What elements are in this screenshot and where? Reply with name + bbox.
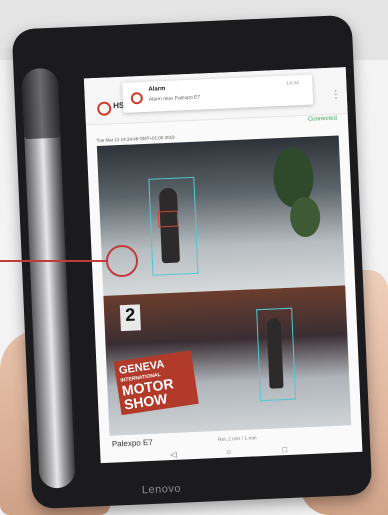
- device-brand: Lenovo: [141, 482, 182, 497]
- back-icon[interactable]: ◁: [170, 450, 177, 459]
- alarm-icon: [130, 91, 144, 105]
- notification-time: 14:34: [286, 80, 299, 87]
- tablet-device: Lenovo HS ⋮ Alarm Alarm near Palexpo E7 …: [11, 14, 373, 510]
- app-logo-icon: [96, 101, 112, 116]
- sign-number: 2: [119, 304, 141, 332]
- camera-feed-bottom[interactable]: 2 GENEVA INTERNATIONAL MOTOR SHOW: [103, 285, 352, 436]
- connection-status: Connected: [307, 115, 338, 123]
- detection-box: [256, 307, 297, 402]
- callout-line: [0, 260, 107, 262]
- event-sign: GENEVA INTERNATIONAL MOTOR SHOW: [113, 350, 199, 416]
- overflow-menu-icon[interactable]: ⋮: [331, 89, 341, 100]
- feed-timestamp: Tue Mar 12 14:34:48 GMT+01:00 2019: [96, 134, 175, 144]
- plant-image: [289, 196, 322, 238]
- home-icon[interactable]: ○: [226, 447, 231, 456]
- recording-info: Rec 2 min / 1 min: [217, 435, 257, 444]
- detection-box-alert: [157, 210, 179, 228]
- notification-body: Alarm near Palexpo E7: [148, 94, 201, 103]
- callout-ring: [106, 245, 138, 277]
- recents-icon[interactable]: □: [282, 445, 287, 454]
- camera-feed-top[interactable]: [96, 135, 346, 296]
- tablet-hinge-cap: [21, 67, 61, 140]
- camera-location-label: Palexpo E7: [111, 437, 153, 449]
- notification-title: Alarm: [148, 85, 166, 93]
